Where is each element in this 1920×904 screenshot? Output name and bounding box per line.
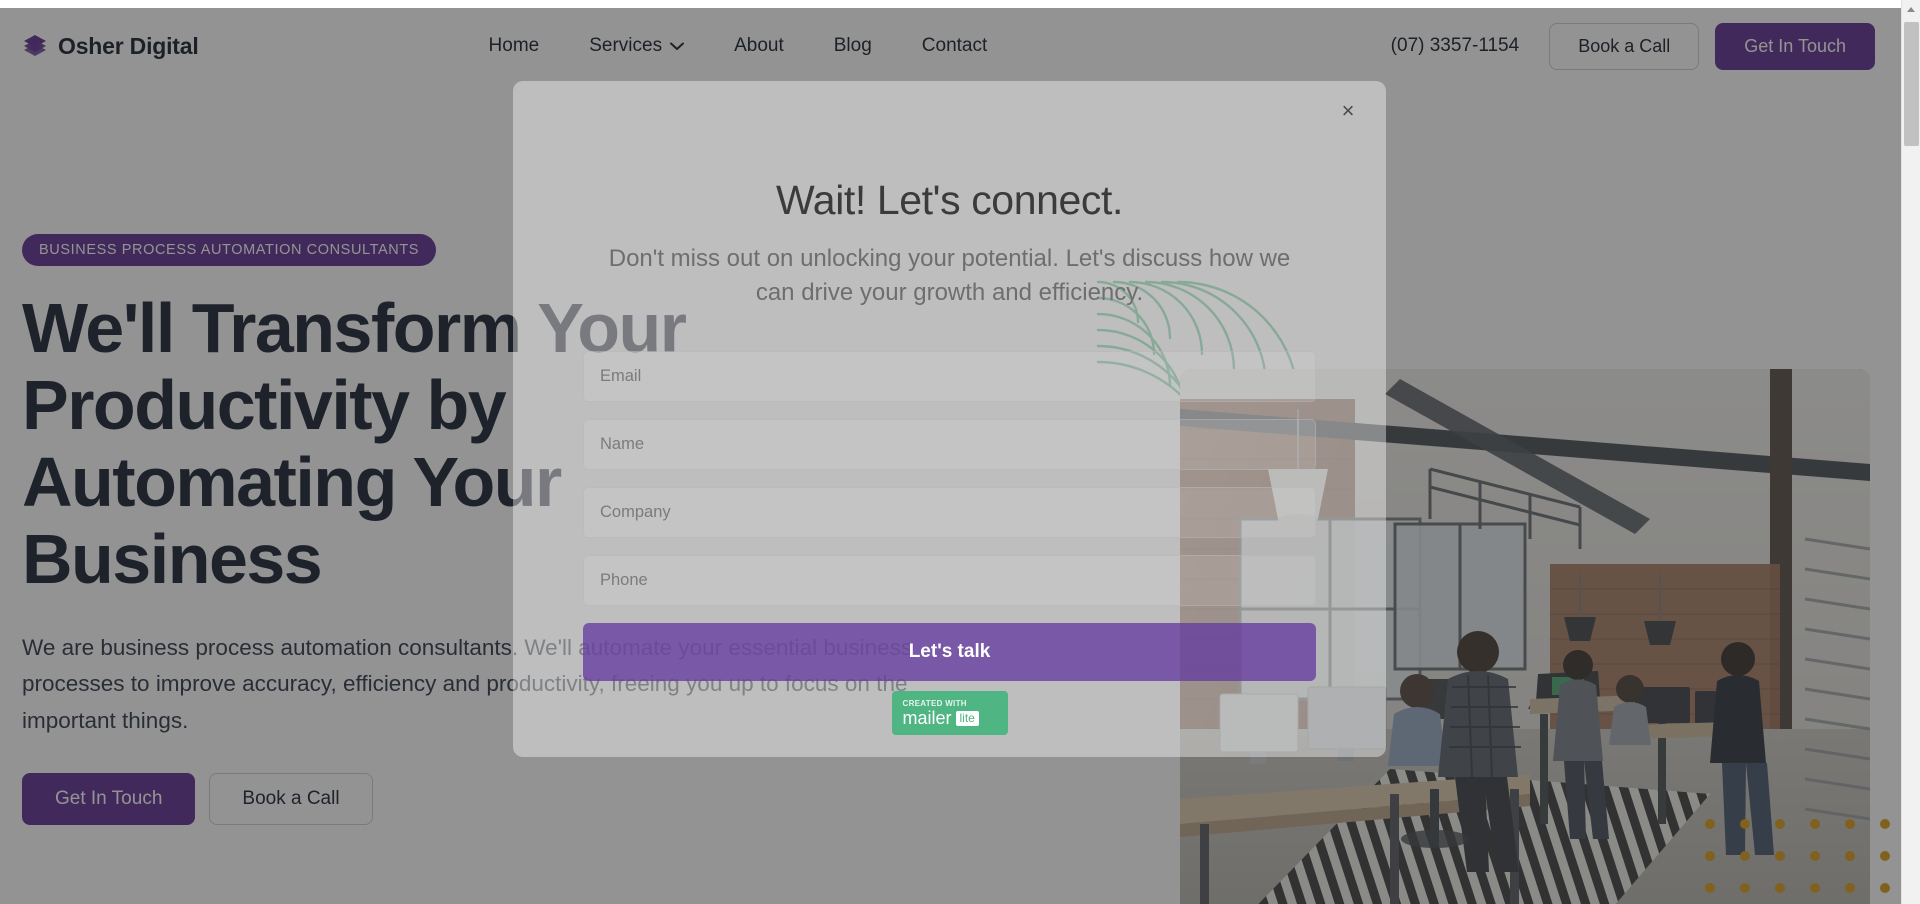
modal-title: Wait! Let's connect.: [776, 177, 1123, 223]
mailerlite-created-with-label: CREATED WITH: [902, 699, 967, 708]
modal-subtitle: Don't miss out on unlocking your potenti…: [608, 245, 1291, 306]
phone-field[interactable]: Phone: [583, 555, 1316, 607]
scroll-up-arrow-icon[interactable]: [1902, 0, 1920, 18]
scrollbar-thumb[interactable]: [1904, 22, 1919, 146]
vertical-scrollbar[interactable]: [1901, 0, 1920, 904]
close-icon[interactable]: ×: [1334, 97, 1362, 125]
name-placeholder: Name: [600, 435, 645, 454]
phone-placeholder: Phone: [600, 571, 648, 590]
lets-talk-submit-button[interactable]: Let's talk: [583, 623, 1316, 682]
email-field[interactable]: Email: [583, 351, 1316, 403]
exit-intent-modal: × Wait! Let's connect. Don't miss out on…: [513, 81, 1386, 757]
mailerlite-mailer-text: mailer: [902, 708, 952, 728]
company-field[interactable]: Company: [583, 487, 1316, 539]
mailerlite-badge[interactable]: CREATED WITH mailer lite: [891, 691, 1008, 735]
company-placeholder: Company: [600, 503, 671, 522]
mailerlite-wordmark: mailer lite: [903, 709, 1008, 727]
name-field[interactable]: Name: [583, 419, 1316, 471]
mailerlite-lite-text: lite: [955, 710, 979, 726]
viewport-top-strip: [0, 0, 1901, 8]
modal-body: Wait! Let's connect. Don't miss out on u…: [513, 81, 1386, 682]
email-placeholder: Email: [600, 367, 642, 386]
signup-form: Email Name Company Phone Let's talk: [583, 351, 1316, 682]
